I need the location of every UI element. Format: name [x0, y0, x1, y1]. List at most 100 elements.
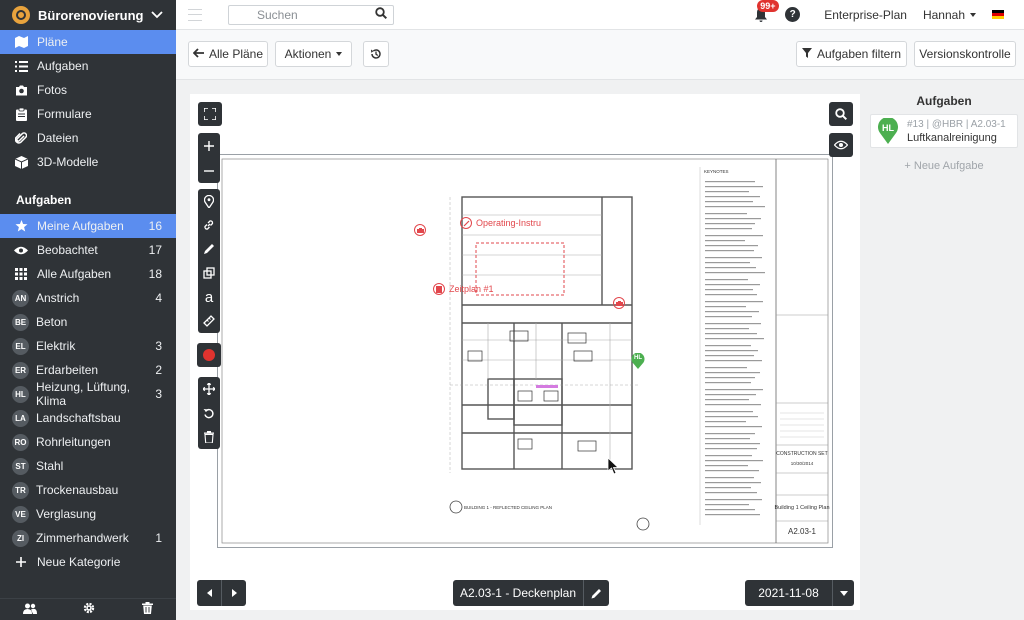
help-icon[interactable]: ?	[785, 7, 801, 22]
category-badge: RO	[12, 433, 29, 451]
previous-page-button[interactable]	[197, 580, 221, 606]
sidebar-category-item[interactable]: AN Anstrich 4	[0, 286, 176, 310]
pin-tool-button[interactable]	[198, 189, 220, 213]
photo-marker-icon[interactable]	[414, 224, 426, 236]
text-icon: a	[204, 288, 214, 306]
sidebar-category-item[interactable]: EL Elektrik 3	[0, 334, 176, 358]
plan-search-button[interactable]	[829, 102, 853, 126]
undo-icon	[203, 408, 214, 419]
next-page-button[interactable]	[222, 580, 246, 606]
task-pin-icon: HL	[877, 117, 899, 144]
fullscreen-icon	[204, 108, 216, 120]
color-picker-button[interactable]	[197, 343, 221, 367]
sidebar-category-item[interactable]: ZI Zimmerhandwerk 1	[0, 526, 176, 550]
measure-tool-button[interactable]	[198, 309, 220, 333]
sidebar-item-alle-aufgaben[interactable]: Alle Aufgaben 18	[0, 262, 176, 286]
minus-icon	[204, 169, 214, 172]
floor-plan-drawing: CONSTRUCTION SET 10/30/2014 Building 1 C…	[221, 158, 830, 544]
sidebar-item-formulare[interactable]: Formulare	[0, 102, 176, 126]
sidebar-category-item[interactable]: VE Verglasung	[0, 502, 176, 526]
date-selector: 2021-11-08	[745, 580, 854, 606]
sidebar-category-item[interactable]: RO Rohrleitungen	[0, 430, 176, 454]
sidebar-item-3d-modelle[interactable]: 3D-Modelle	[0, 150, 176, 174]
pencil-tool-button[interactable]	[198, 237, 220, 261]
task-card[interactable]: HL #13 | @HBR | A2.03-1 Luftkanalreinigu…	[870, 114, 1018, 148]
link-tool-button[interactable]	[198, 213, 220, 237]
category-label: Heizung, Lüftung, Klima	[36, 380, 131, 408]
user-menu[interactable]: Hannah	[923, 8, 976, 22]
sidebar-category-item[interactable]: LA Landschaftsbau	[0, 406, 176, 430]
gear-icon[interactable]	[83, 602, 95, 617]
all-plans-button[interactable]: Alle Pläne	[188, 41, 268, 67]
sidebar-item-aufgaben[interactable]: Aufgaben	[0, 54, 176, 78]
item-count: 16	[148, 219, 162, 233]
task-pin-hl[interactable]: HL	[631, 352, 645, 369]
sidebar-item-fotos[interactable]: Fotos	[0, 78, 176, 102]
category-count: 3	[155, 339, 162, 353]
visibility-toggle-button[interactable]	[829, 133, 853, 157]
category-badge: ER	[12, 361, 29, 379]
hamburger-menu-icon[interactable]	[188, 8, 202, 21]
zoom-in-button[interactable]	[198, 134, 220, 158]
search-icon	[835, 108, 847, 120]
sidebar-item-beobachtet[interactable]: Beobachtet 17	[0, 238, 176, 262]
annotation-operating-instructions[interactable]: Operating-Instru	[460, 217, 541, 229]
mouse-cursor-icon	[607, 457, 620, 478]
sidebar-item-label: 3D-Modelle	[37, 155, 99, 169]
plan-link[interactable]: Enterprise-Plan	[824, 8, 907, 22]
project-switcher[interactable]: Bürorenovierung	[0, 0, 176, 30]
sidebar-category-item[interactable]: ER Erdarbeiten 2	[0, 358, 176, 382]
fullscreen-button[interactable]	[198, 102, 222, 126]
task-meta: #13 | @HBR | A2.03-1	[907, 118, 1006, 130]
notifications-button[interactable]: 99+	[753, 0, 779, 23]
new-task-button[interactable]: + Neue Aufgabe	[870, 160, 1018, 172]
version-control-button[interactable]: Versionskontrolle	[914, 41, 1016, 67]
trash-icon[interactable]	[141, 602, 153, 617]
history-button[interactable]	[363, 41, 389, 67]
link-icon	[204, 220, 214, 230]
category-label: Rohrleitungen	[36, 435, 111, 449]
sidebar-category-item[interactable]: ST Stahl	[0, 454, 176, 478]
move-tool-button[interactable]	[198, 377, 220, 401]
sidebar-category-item[interactable]: HL Heizung, Lüftung, Klima 3	[0, 380, 176, 408]
date-button[interactable]: 2021-11-08	[745, 580, 832, 606]
project-logo-icon	[12, 6, 30, 24]
search-icon[interactable]	[375, 7, 388, 22]
sheet-name-button[interactable]: A2.03-1 - Deckenplan	[453, 580, 583, 606]
pencil-icon	[591, 588, 601, 598]
move-arrows-icon	[203, 383, 215, 395]
sidebar-item-label: Aufgaben	[37, 59, 89, 73]
plan-sheet[interactable]: CONSTRUCTION SET 10/30/2014 Building 1 C…	[217, 154, 833, 548]
plan-viewer[interactable]: CONSTRUCTION SET 10/30/2014 Building 1 C…	[190, 94, 860, 610]
sidebar-item-label: Pläne	[37, 35, 68, 49]
date-dropdown-button[interactable]	[833, 580, 854, 606]
sidebar-item-plaene[interactable]: Pläne	[0, 30, 176, 54]
chevron-down-icon[interactable]	[150, 8, 164, 22]
link-annotation-icon	[460, 217, 472, 229]
version-date: 2021-11-08	[758, 586, 819, 600]
actions-dropdown[interactable]: Aktionen	[275, 41, 352, 67]
users-icon[interactable]	[23, 603, 38, 617]
german-flag-icon[interactable]	[992, 10, 1004, 19]
text-tool-button[interactable]: a	[198, 285, 220, 309]
filter-icon	[801, 47, 812, 61]
filter-tasks-button[interactable]: Aufgaben filtern	[796, 41, 907, 67]
search-input[interactable]	[257, 7, 375, 22]
new-category-button[interactable]: Neue Kategorie	[0, 550, 176, 574]
delete-markup-button[interactable]	[198, 425, 220, 449]
sidebar-category-item[interactable]: BE Beton	[0, 310, 176, 334]
sidebar-item-dateien[interactable]: Dateien	[0, 126, 176, 150]
category-label: Beton	[36, 315, 68, 329]
undo-button[interactable]	[198, 401, 220, 425]
annotation-label: Zeitplan #1	[449, 284, 494, 294]
photo-marker-icon[interactable]	[613, 297, 625, 309]
title-block-date: 10/30/2014	[791, 461, 814, 466]
shapes-tool-button[interactable]	[198, 261, 220, 285]
sidebar-category-item[interactable]: TR Trockenausbau	[0, 478, 176, 502]
sidebar-item-meine-aufgaben[interactable]: Meine Aufgaben 16	[0, 214, 176, 238]
annotation-zeitplan[interactable]: Zeitplan #1	[433, 283, 494, 295]
category-label: Anstrich	[36, 291, 80, 305]
arrow-left-icon	[192, 47, 204, 61]
zoom-out-button[interactable]	[198, 159, 220, 183]
edit-sheet-button[interactable]	[584, 580, 609, 606]
